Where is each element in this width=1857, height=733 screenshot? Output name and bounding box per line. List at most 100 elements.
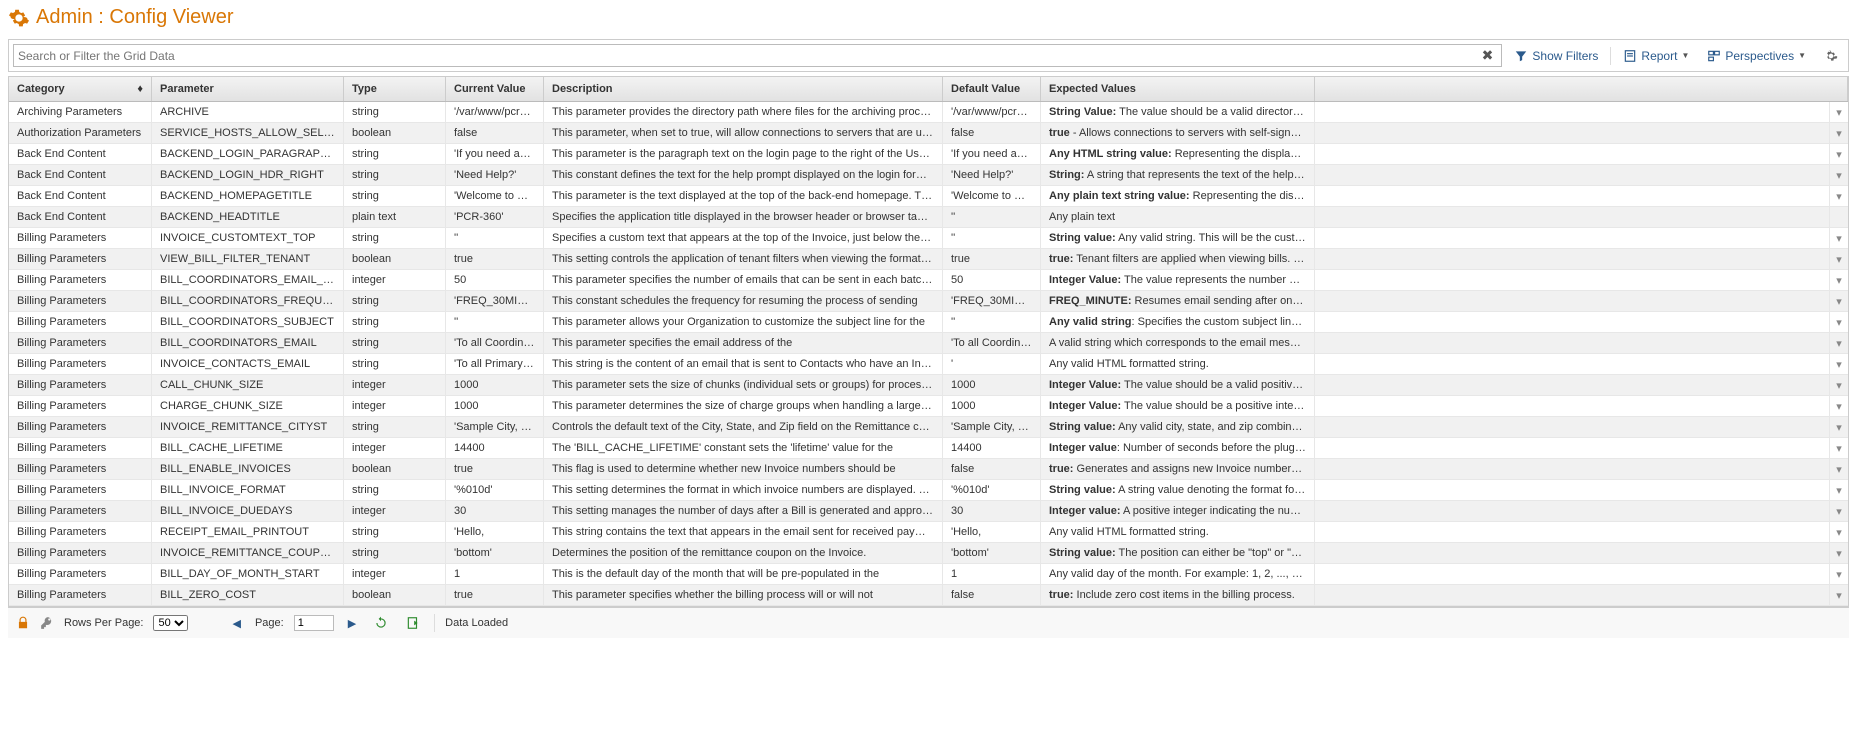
cell-parameter: CALL_CHUNK_SIZE [152, 375, 344, 395]
column-header-current[interactable]: Current Value [446, 77, 544, 101]
table-row[interactable]: Billing ParametersBILL_CACHE_LIFETIMEint… [9, 438, 1848, 459]
table-row[interactable]: Billing ParametersCHARGE_CHUNK_SIZEinteg… [9, 396, 1848, 417]
row-expand-icon[interactable]: ▾ [1830, 102, 1848, 122]
perspectives-button[interactable]: Perspectives ▼ [1701, 47, 1812, 65]
table-row[interactable]: Billing ParametersINVOICE_CONTACTS_EMAIL… [9, 354, 1848, 375]
row-expand-icon[interactable]: ▾ [1830, 480, 1848, 500]
table-row[interactable]: Billing ParametersRECEIPT_EMAIL_PRINTOUT… [9, 522, 1848, 543]
cell-parameter: CHARGE_CHUNK_SIZE [152, 396, 344, 416]
row-expand-icon[interactable]: ▾ [1830, 123, 1848, 143]
key-icon[interactable] [40, 616, 54, 630]
row-expand-icon[interactable]: ▾ [1830, 228, 1848, 248]
column-header-default[interactable]: Default Value [943, 77, 1041, 101]
cell-category: Billing Parameters [9, 543, 152, 563]
column-header-description[interactable]: Description [544, 77, 943, 101]
cell-current: 'Hello, [446, 522, 544, 542]
table-row[interactable]: Billing ParametersBILL_INVOICE_DUEDAYSin… [9, 501, 1848, 522]
row-expand-icon[interactable]: ▾ [1830, 312, 1848, 332]
page-input[interactable] [294, 615, 334, 631]
cell-type: string [344, 291, 446, 311]
cell-current: '' [446, 228, 544, 248]
settings-gear-button[interactable] [1818, 47, 1844, 65]
prev-page-button[interactable]: ◀ [228, 617, 244, 630]
column-header-parameter[interactable]: Parameter [152, 77, 344, 101]
refresh-button[interactable] [370, 616, 392, 630]
row-expand-icon[interactable]: ▾ [1830, 144, 1848, 164]
row-expand-icon[interactable]: ▾ [1830, 333, 1848, 353]
clear-search-icon[interactable]: ✖ [1478, 47, 1498, 64]
column-header-category[interactable]: Category♦ [9, 77, 152, 101]
table-row[interactable]: Billing ParametersBILL_ZERO_COSTbooleant… [9, 585, 1848, 606]
table-row[interactable]: Billing ParametersINVOICE_CUSTOMTEXT_TOP… [9, 228, 1848, 249]
cell-expected: Integer Value: The value represents the … [1041, 270, 1315, 290]
cell-current: 'Welcome to PCR-... [446, 186, 544, 206]
row-expand-icon[interactable]: ▾ [1830, 522, 1848, 542]
table-row[interactable]: Back End ContentBACKEND_LOGIN_PARAGRAPH_… [9, 144, 1848, 165]
cell-default: 'Hello, [943, 522, 1041, 542]
gear-icon [8, 7, 30, 29]
row-expand-icon[interactable]: ▾ [1830, 585, 1848, 605]
cell-expected: Integer Value: The value should be a pos… [1041, 396, 1315, 416]
column-header-type[interactable]: Type [344, 77, 446, 101]
table-row[interactable]: Billing ParametersBILL_COORDINATORS_SUBJ… [9, 312, 1848, 333]
table-row[interactable]: Archiving ParametersARCHIVEstring'/var/w… [9, 102, 1848, 123]
grid-body[interactable]: Archiving ParametersARCHIVEstring'/var/w… [9, 102, 1848, 606]
table-row[interactable]: Back End ContentBACKEND_HOMEPAGETITLEstr… [9, 186, 1848, 207]
report-button[interactable]: Report ▼ [1617, 47, 1695, 65]
cell-default: 1000 [943, 396, 1041, 416]
cell-type: string [344, 312, 446, 332]
cell-category: Billing Parameters [9, 375, 152, 395]
table-row[interactable]: Billing ParametersBILL_DAY_OF_MONTH_STAR… [9, 564, 1848, 585]
rows-per-page-select[interactable]: 50 [153, 615, 188, 631]
table-row[interactable]: Billing ParametersBILL_COORDINATORS_EMAI… [9, 333, 1848, 354]
next-page-button[interactable]: ▶ [344, 617, 360, 630]
search-input[interactable] [18, 49, 1478, 63]
row-expand-icon[interactable]: ▾ [1830, 564, 1848, 584]
table-row[interactable]: Billing ParametersINVOICE_REMITTANCE_COU… [9, 543, 1848, 564]
row-expand-icon[interactable] [1830, 207, 1848, 227]
export-button[interactable] [402, 616, 424, 630]
table-row[interactable]: Billing ParametersVIEW_BILL_FILTER_TENAN… [9, 249, 1848, 270]
table-row[interactable]: Back End ContentBACKEND_HEADTITLEplain t… [9, 207, 1848, 228]
row-expand-icon[interactable]: ▾ [1830, 543, 1848, 563]
lock-icon[interactable] [16, 616, 30, 630]
cell-parameter: BACKEND_LOGIN_HDR_RIGHT [152, 165, 344, 185]
table-row[interactable]: Billing ParametersBILL_ENABLE_INVOICESbo… [9, 459, 1848, 480]
row-expand-icon[interactable]: ▾ [1830, 417, 1848, 437]
table-row[interactable]: Billing ParametersBILL_INVOICE_FORMATstr… [9, 480, 1848, 501]
cell-spacer [1315, 564, 1830, 584]
table-row[interactable]: Billing ParametersBILL_COORDINATORS_FREQ… [9, 291, 1848, 312]
cell-type: integer [344, 564, 446, 584]
row-expand-icon[interactable]: ▾ [1830, 459, 1848, 479]
cell-expected: Any valid HTML formatted string. [1041, 354, 1315, 374]
show-filters-button[interactable]: Show Filters [1508, 47, 1604, 65]
cell-spacer [1315, 417, 1830, 437]
table-row[interactable]: Billing ParametersBILL_COORDINATORS_EMAI… [9, 270, 1848, 291]
row-expand-icon[interactable]: ▾ [1830, 249, 1848, 269]
cell-type: string [344, 186, 446, 206]
cell-spacer [1315, 270, 1830, 290]
cell-type: plain text [344, 207, 446, 227]
page-title: Admin : Config Viewer [0, 0, 1857, 39]
row-expand-icon[interactable]: ▾ [1830, 396, 1848, 416]
row-expand-icon[interactable]: ▾ [1830, 186, 1848, 206]
cell-default: 1 [943, 564, 1041, 584]
cell-spacer [1315, 522, 1830, 542]
table-row[interactable]: Billing ParametersINVOICE_REMITTANCE_CIT… [9, 417, 1848, 438]
row-expand-icon[interactable]: ▾ [1830, 501, 1848, 521]
row-expand-icon[interactable]: ▾ [1830, 270, 1848, 290]
row-expand-icon[interactable]: ▾ [1830, 375, 1848, 395]
cell-type: integer [344, 438, 446, 458]
table-row[interactable]: Back End ContentBACKEND_LOGIN_HDR_RIGHTs… [9, 165, 1848, 186]
row-expand-icon[interactable]: ▾ [1830, 291, 1848, 311]
row-expand-icon[interactable]: ▾ [1830, 438, 1848, 458]
table-row[interactable]: Authorization ParametersSERVICE_HOSTS_AL… [9, 123, 1848, 144]
cell-current: 1 [446, 564, 544, 584]
cell-current: '' [446, 312, 544, 332]
cell-description: This string is the content of an email t… [544, 354, 943, 374]
search-input-wrap[interactable]: ✖ [13, 44, 1502, 67]
table-row[interactable]: Billing ParametersCALL_CHUNK_SIZEinteger… [9, 375, 1848, 396]
row-expand-icon[interactable]: ▾ [1830, 354, 1848, 374]
row-expand-icon[interactable]: ▾ [1830, 165, 1848, 185]
column-header-expected[interactable]: Expected Values [1041, 77, 1315, 101]
